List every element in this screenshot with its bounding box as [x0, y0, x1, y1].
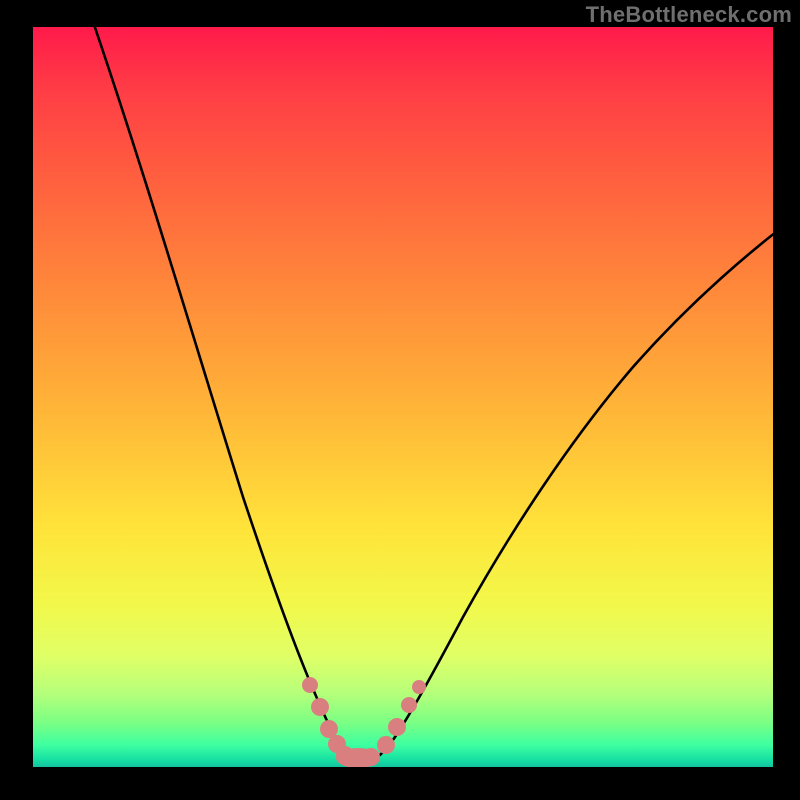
bottleneck-curve — [88, 27, 773, 762]
chart-frame: TheBottleneck.com — [0, 0, 800, 800]
marker-cluster — [302, 677, 426, 767]
watermark: TheBottleneck.com — [586, 2, 792, 28]
curve-svg — [33, 27, 773, 767]
plot-area — [33, 27, 773, 767]
